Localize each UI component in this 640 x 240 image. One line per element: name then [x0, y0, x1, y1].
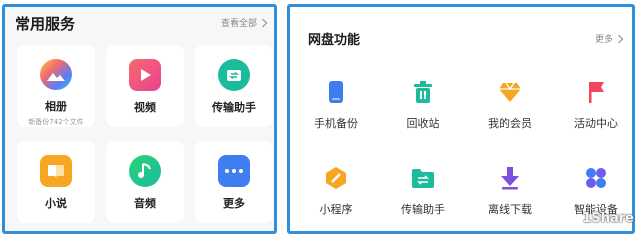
feature-label: 离线下载	[488, 203, 532, 216]
feature-activity-center[interactable]: 活动中心	[556, 79, 636, 149]
mini-program-icon	[323, 165, 349, 191]
netdisk-features-header: 网盘功能 更多	[308, 27, 624, 51]
view-all-link[interactable]: 查看全部	[220, 16, 268, 29]
feature-label: 活动中心	[574, 117, 618, 130]
tile-label: 传输助手	[212, 101, 256, 114]
common-services-title: 常用服务	[15, 15, 76, 33]
service-tile-novel[interactable]: 小说	[17, 141, 95, 223]
more-label: 更多	[594, 35, 613, 45]
feature-label: 手机备份	[314, 117, 358, 130]
offline-download-icon	[497, 165, 523, 191]
service-tile-audio[interactable]: 音频	[106, 141, 184, 223]
common-services-header: 常用服务 查看全部	[15, 11, 268, 35]
tile-label: 相册	[45, 100, 67, 113]
membership-diamond-icon	[497, 79, 523, 105]
service-tile-video[interactable]: 视频	[106, 45, 184, 127]
feature-offline-download[interactable]: 离线下载	[470, 165, 550, 235]
smart-device-icon	[583, 165, 609, 191]
tile-label: 音频	[134, 197, 156, 210]
service-tile-transfer[interactable]: 传输助手	[195, 45, 273, 127]
photo-album-icon	[40, 59, 72, 90]
more-dots-icon	[218, 155, 250, 187]
feature-membership[interactable]: 我的会员	[470, 79, 550, 149]
feature-label: 小程序	[319, 203, 353, 216]
recycle-bin-icon	[410, 79, 436, 105]
feature-recycle-bin[interactable]: 回收站	[383, 79, 463, 149]
chevron-right-icon	[614, 34, 624, 43]
tile-label: 小说	[45, 197, 67, 210]
chevron-right-icon	[258, 18, 268, 27]
activity-flag-icon	[583, 79, 609, 105]
audio-note-icon	[129, 155, 161, 187]
feature-mini-program[interactable]: 小程序	[296, 165, 376, 235]
service-tile-more[interactable]: 更多	[195, 141, 273, 223]
tile-label: 更多	[223, 197, 245, 210]
transfer-folder-icon	[410, 165, 436, 191]
watermark-text: 1Share	[582, 211, 634, 226]
feature-label: 传输助手	[401, 203, 445, 216]
video-icon	[129, 59, 161, 91]
netdisk-features-panel: 网盘功能 更多 手机备份 回收站 我的会员 活动中心 小程序 传输助手 离线下载…	[287, 4, 635, 234]
more-link[interactable]: 更多	[594, 32, 624, 45]
feature-transfer-assistant[interactable]: 传输助手	[383, 165, 463, 235]
netdisk-features-title: 网盘功能	[308, 33, 361, 48]
common-services-panel: 常用服务 查看全部 相册 新备份742个文件 视频 传输助手 小说 音频 更多	[2, 4, 277, 234]
service-tile-photos[interactable]: 相册 新备份742个文件	[17, 45, 95, 127]
tile-sublabel: 新备份742个文件	[28, 118, 84, 126]
novel-book-icon	[40, 155, 72, 187]
tile-label: 视频	[134, 101, 156, 114]
view-all-label: 查看全部	[220, 19, 257, 29]
phone-backup-icon	[323, 79, 349, 105]
feature-label: 我的会员	[488, 117, 532, 130]
feature-label: 回收站	[406, 117, 440, 130]
transfer-assistant-icon	[218, 59, 250, 91]
feature-phone-backup[interactable]: 手机备份	[296, 79, 376, 149]
